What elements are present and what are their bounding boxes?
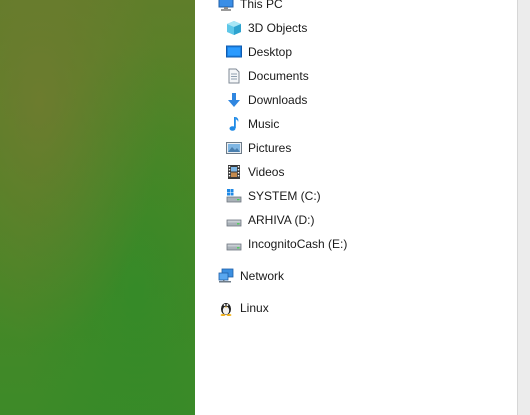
nav-item-label: IncognitoCash (E:)	[248, 237, 348, 251]
download-arrow-icon	[226, 92, 242, 108]
scrollbar-track[interactable]	[517, 0, 530, 415]
drive-icon	[226, 236, 242, 252]
nav-item-drive-e[interactable]: IncognitoCash (E:)	[226, 233, 347, 255]
nav-item-label: Linux	[240, 301, 269, 315]
desktop-icon	[226, 44, 242, 60]
nav-item-drive-d[interactable]: ARHIVA (D:)	[226, 209, 314, 231]
network-icon	[218, 268, 234, 284]
music-note-icon	[226, 116, 242, 132]
nav-item-label: Pictures	[248, 141, 292, 155]
nav-item-documents[interactable]: Documents	[226, 65, 309, 87]
nav-item-desktop[interactable]: Desktop	[226, 41, 292, 63]
nav-item-label: Music	[248, 117, 280, 131]
system-drive-icon	[226, 188, 242, 204]
nav-item-label: This PC	[240, 0, 283, 11]
nav-item-pictures[interactable]: Pictures	[226, 137, 291, 159]
nav-item-label: 3D Objects	[248, 21, 308, 35]
drive-icon	[226, 212, 242, 228]
cube-3d-icon	[226, 20, 242, 36]
nav-item-downloads[interactable]: Downloads	[226, 89, 307, 111]
nav-item-label: Videos	[248, 165, 285, 179]
nav-item-linux[interactable]: Linux	[218, 297, 269, 319]
computer-icon	[218, 0, 234, 12]
nav-item-videos[interactable]: Videos	[226, 161, 284, 183]
nav-item-drive-c[interactable]: SYSTEM (C:)	[226, 185, 321, 207]
desktop-wallpaper	[0, 0, 195, 415]
nav-item-label: Documents	[248, 69, 309, 83]
nav-item-this-pc[interactable]: This PC	[218, 0, 283, 15]
nav-item-label: Network	[240, 269, 285, 283]
nav-item-network[interactable]: Network	[218, 265, 284, 287]
nav-item-label: ARHIVA (D:)	[248, 213, 315, 227]
nav-item-music[interactable]: Music	[226, 113, 279, 135]
film-strip-icon	[226, 164, 242, 180]
nav-item-label: Desktop	[248, 45, 293, 59]
nav-item-3d-objects[interactable]: 3D Objects	[226, 17, 307, 39]
tux-penguin-icon	[218, 300, 234, 316]
nav-item-label: Downloads	[248, 93, 308, 107]
nav-item-label: SYSTEM (C:)	[248, 189, 321, 203]
pictures-icon	[226, 140, 242, 156]
documents-icon	[226, 68, 242, 84]
